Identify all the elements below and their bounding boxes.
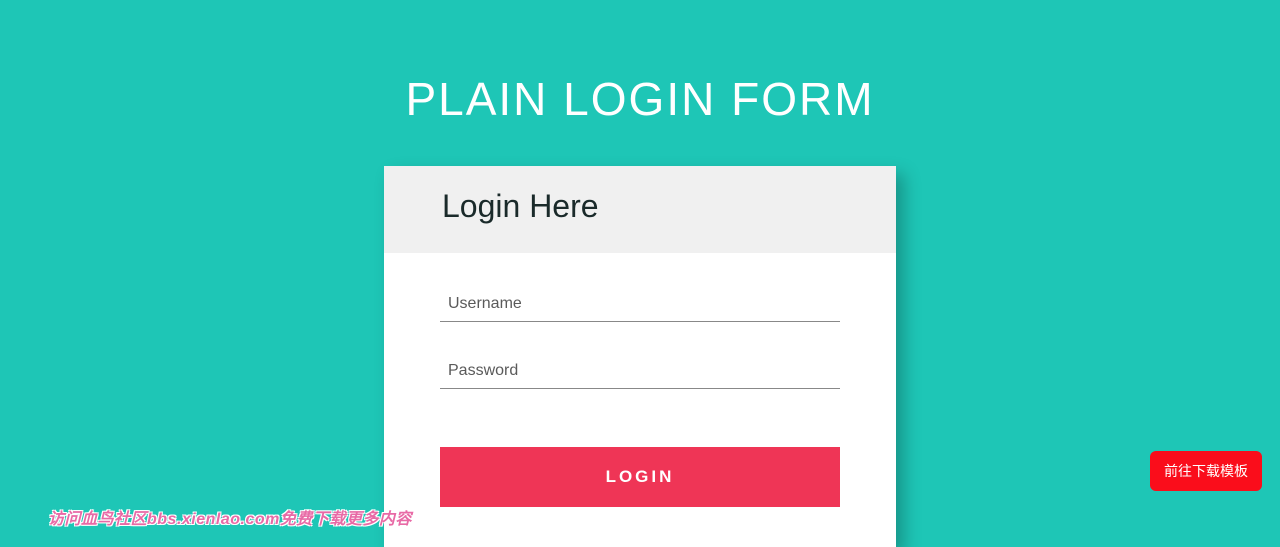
password-input[interactable] bbox=[440, 350, 840, 389]
login-card: Login Here LOGIN bbox=[384, 166, 896, 547]
card-header: Login Here bbox=[384, 166, 896, 253]
card-body: LOGIN bbox=[384, 253, 896, 547]
watermark-text: 访问血鸟社区bbs.xienlao.com免费下载更多内容 bbox=[48, 505, 412, 529]
username-input[interactable] bbox=[440, 283, 840, 322]
card-header-title: Login Here bbox=[442, 188, 860, 225]
login-button[interactable]: LOGIN bbox=[440, 447, 840, 507]
page-title: PLAIN LOGIN FORM bbox=[0, 0, 1280, 166]
download-template-button[interactable]: 前往下载模板 bbox=[1150, 451, 1262, 491]
